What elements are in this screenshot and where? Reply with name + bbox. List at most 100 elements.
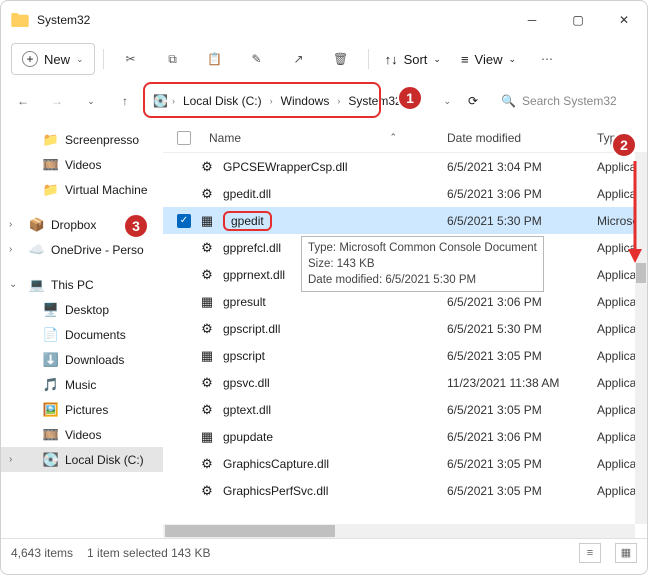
- tooltip-type: Type: Microsoft Common Console Document: [308, 240, 537, 256]
- scrollbar-thumb[interactable]: [165, 525, 335, 537]
- minimize-button[interactable]: ─: [509, 4, 555, 36]
- file-row[interactable]: ✓▦gpedit6/5/2021 5:30 PMMicroso: [163, 207, 647, 234]
- file-row[interactable]: ▦gpupdate6/5/2021 3:06 PMApplica: [163, 423, 647, 450]
- sidebar-item-label: Pictures: [65, 403, 108, 417]
- more-icon: ⋯: [541, 52, 553, 66]
- window-title: System32: [37, 13, 509, 27]
- sidebar-item[interactable]: 🖼️Pictures: [1, 397, 163, 422]
- sort-icon: ↑↓: [385, 52, 398, 67]
- sidebar-item[interactable]: ⌄💻This PC: [1, 272, 163, 297]
- sidebar-item[interactable]: ›💽Local Disk (C:): [1, 447, 163, 472]
- file-name: gpsvc.dll: [223, 376, 270, 390]
- sidebar-item[interactable]: 📁Screenpresso: [1, 127, 163, 152]
- file-name: gpresult: [223, 295, 266, 309]
- file-row[interactable]: ⚙gpsvc.dll11/23/2021 11:38 AMApplica: [163, 369, 647, 396]
- sidebar-item-label: Virtual Machine: [65, 183, 148, 197]
- chevron-down-icon[interactable]: ⌄: [79, 89, 103, 113]
- view-button[interactable]: ≡ View ⌄: [453, 43, 524, 75]
- annotation-badge-1: 1: [397, 85, 423, 111]
- column-name[interactable]: Name: [209, 131, 241, 145]
- file-row[interactable]: ⚙GPCSEWrapperCsp.dll6/5/2021 3:04 PMAppl…: [163, 153, 647, 180]
- file-tooltip: Type: Microsoft Common Console Document …: [301, 236, 544, 292]
- sort-asc-icon: ⌃: [389, 132, 397, 143]
- sidebar-item-label: Music: [65, 378, 96, 392]
- scrollbar-thumb[interactable]: [636, 263, 646, 283]
- copy-button[interactable]: ⧉: [154, 43, 192, 75]
- file-name: gptext.dll: [223, 403, 271, 417]
- address-bar[interactable]: 💽 › Local Disk (C:) › Windows › System32: [147, 86, 433, 116]
- file-row[interactable]: ⚙gpscript.dll6/5/2021 5:30 PMApplica: [163, 315, 647, 342]
- new-button[interactable]: + New ⌄: [11, 43, 95, 75]
- sidebar-item[interactable]: 🎞️Videos: [1, 152, 163, 177]
- file-pane: Name ⌃ Date modified Type ⚙GPCSEWrapperC…: [163, 123, 647, 538]
- copy-icon: ⧉: [168, 52, 177, 67]
- horizontal-scrollbar[interactable]: [163, 524, 635, 538]
- file-row[interactable]: ⚙gptext.dll6/5/2021 3:05 PMApplica: [163, 396, 647, 423]
- file-name: gpupdate: [223, 430, 273, 444]
- expand-icon[interactable]: ›: [9, 219, 12, 230]
- file-row[interactable]: ⚙gpedit.dll6/5/2021 3:06 PMApplica: [163, 180, 647, 207]
- select-all-checkbox[interactable]: [177, 131, 191, 145]
- file-date: 6/5/2021 3:05 PM: [447, 349, 597, 363]
- sidebar-item[interactable]: 🎞️Videos: [1, 422, 163, 447]
- close-button[interactable]: ✕: [601, 4, 647, 36]
- folder-icon: 📁: [43, 182, 59, 198]
- file-icon: ⚙: [199, 267, 215, 283]
- music-icon: 🎵: [43, 377, 59, 393]
- sidebar-item[interactable]: 📁 Virtual Machine: [1, 177, 163, 202]
- separator: [103, 49, 104, 69]
- sidebar-item[interactable]: 🖥️Desktop: [1, 297, 163, 322]
- breadcrumb-item[interactable]: Local Disk (C:): [179, 94, 266, 108]
- expand-icon[interactable]: ›: [9, 454, 12, 465]
- file-name: GPCSEWrapperCsp.dll: [223, 160, 348, 174]
- details-view-toggle[interactable]: ≡: [579, 543, 601, 563]
- breadcrumb-item[interactable]: Windows: [277, 94, 334, 108]
- more-button[interactable]: ⋯: [528, 43, 566, 75]
- thumbnails-view-toggle[interactable]: ▦: [615, 543, 637, 563]
- folder-icon: 📁: [43, 132, 59, 148]
- up-button[interactable]: ↑: [113, 89, 137, 113]
- sort-button[interactable]: ↑↓ Sort ⌄: [377, 43, 449, 75]
- sidebar-item[interactable]: ›☁️OneDrive - Perso: [1, 237, 163, 262]
- search-input[interactable]: 🔍 Search System32: [495, 86, 637, 116]
- column-date[interactable]: Date modified: [447, 131, 597, 145]
- chevron-down-icon[interactable]: ⌄: [443, 96, 451, 107]
- file-date: 6/5/2021 3:04 PM: [447, 160, 597, 174]
- expand-icon[interactable]: ⌄: [9, 279, 17, 290]
- maximize-button[interactable]: ▢: [555, 4, 601, 36]
- share-icon: ↗: [294, 52, 304, 66]
- file-icon: ⚙: [199, 456, 215, 472]
- trash-icon: 🗑: [333, 52, 348, 66]
- sidebar-item[interactable]: ⬇️Downloads: [1, 347, 163, 372]
- back-button[interactable]: ←: [11, 89, 35, 113]
- disk-icon: 💽: [153, 94, 168, 108]
- title-bar: System32 ─ ▢ ✕: [1, 1, 647, 39]
- sidebar-item[interactable]: 🎵 Music: [1, 372, 163, 397]
- expand-icon[interactable]: ›: [9, 244, 12, 255]
- folder-icon: [11, 13, 29, 27]
- refresh-button[interactable]: ⟳: [461, 89, 485, 113]
- file-date: 6/5/2021 3:06 PM: [447, 430, 597, 444]
- chevron-right-icon: ›: [268, 96, 275, 106]
- chevron-right-icon: ›: [170, 96, 177, 106]
- file-name: GraphicsPerfSvc.dll: [223, 484, 328, 498]
- forward-button[interactable]: →: [45, 89, 69, 113]
- file-row[interactable]: ▦gpscript6/5/2021 3:05 PMApplica: [163, 342, 647, 369]
- item-count: 4,643 items: [11, 546, 73, 560]
- file-row[interactable]: ⚙GraphicsPerfSvc.dll6/5/2021 3:05 PMAppl…: [163, 477, 647, 504]
- file-icon: ⚙: [199, 240, 215, 256]
- annotation-badge-2: 2: [611, 132, 637, 158]
- file-row[interactable]: ⚙GraphicsCapture.dll6/5/2021 3:05 PMAppl…: [163, 450, 647, 477]
- rename-icon: ✎: [252, 52, 262, 66]
- delete-button[interactable]: 🗑: [322, 43, 360, 75]
- file-name: gpscript.dll: [223, 322, 280, 336]
- row-checkbox[interactable]: ✓: [177, 214, 191, 228]
- share-button[interactable]: ↗: [280, 43, 318, 75]
- rename-button[interactable]: ✎: [238, 43, 276, 75]
- annotation-arrow-icon: [626, 161, 644, 266]
- paste-button[interactable]: 📋: [196, 43, 234, 75]
- sidebar-item[interactable]: 📄Documents: [1, 322, 163, 347]
- file-name: GraphicsCapture.dll: [223, 457, 329, 471]
- cut-button[interactable]: ✂: [112, 43, 150, 75]
- file-icon: ⚙: [199, 375, 215, 391]
